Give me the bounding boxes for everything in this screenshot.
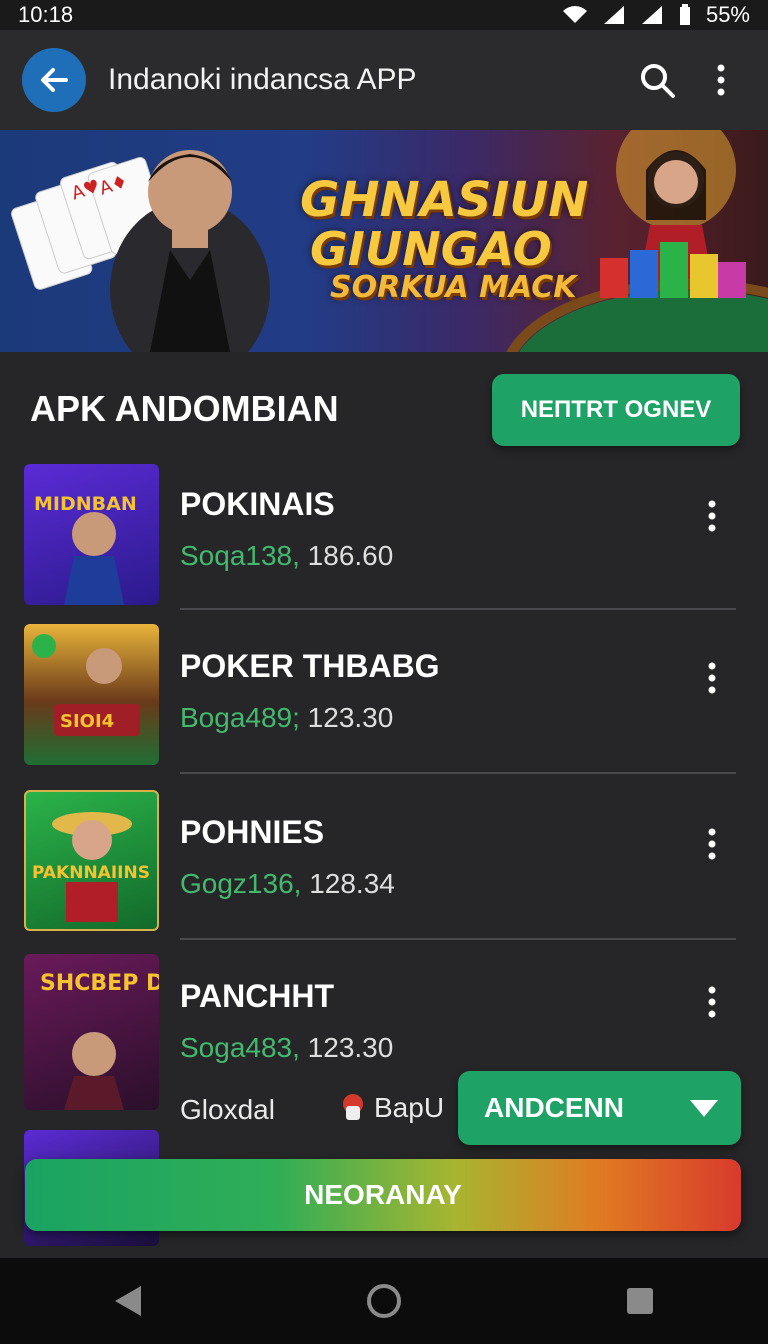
banner-headline-2: GIUNGAO [310, 222, 552, 276]
nav-recents-button[interactable] [610, 1271, 670, 1331]
status-icons: 55% [562, 2, 750, 28]
game-name: POKER THBABG [180, 648, 440, 684]
filter-dropdown[interactable]: ANDCENN [458, 1071, 741, 1145]
item-menu-button[interactable] [692, 824, 732, 864]
thumbnail-art: PAKNNAIINS [32, 812, 150, 922]
promo-banner[interactable]: A♥ A♦ GHNASIUN GIUNGAO SORKUA MACK [0, 130, 768, 352]
battery-percent: 55% [705, 2, 750, 27]
game-thumbnail: SHCBEP DANKEA [24, 954, 159, 1110]
game-value: 128.34 [309, 868, 395, 899]
item-menu-button[interactable] [692, 658, 732, 698]
game-meta: Gogz136, 128.34 [180, 868, 395, 900]
game-code: Soga483, [180, 1032, 300, 1063]
more-vertical-icon [708, 500, 716, 532]
thumbnail-art: SHCBEP DANKEA [40, 971, 159, 1110]
overflow-menu-button[interactable] [696, 55, 746, 105]
thumbnail-text: SHCBEP DANKEA [40, 971, 159, 996]
divider [180, 938, 736, 940]
item-menu-button[interactable] [692, 496, 732, 536]
thumbnail-text: SIOI4 [60, 711, 114, 732]
game-thumbnail: MIDNBAN [24, 464, 159, 605]
square-recents-icon [627, 1288, 653, 1314]
more-vertical-icon [708, 662, 716, 694]
game-value: 186.60 [307, 540, 394, 571]
game-thumbnail: PAKNNAIINS [24, 790, 159, 931]
search-icon [641, 64, 675, 98]
pin-icon [343, 1094, 363, 1120]
arrow-left-icon [41, 68, 68, 92]
game-meta: Boga489; 123.30 [180, 702, 393, 734]
section-title: APK ANDOMBIAN [30, 388, 339, 429]
more-vertical-icon [708, 986, 716, 1018]
wifi-icon [562, 6, 587, 23]
status-time: 10:18 [18, 2, 74, 27]
item-menu-button[interactable] [692, 982, 732, 1022]
more-vertical-icon [717, 64, 725, 96]
search-button[interactable] [632, 55, 682, 105]
list-item[interactable]: PAKNNAIINS POHNIES Gogz136, 128.34 [0, 790, 768, 940]
more-vertical-icon [708, 828, 716, 860]
triangle-back-icon [115, 1286, 141, 1316]
divider [180, 772, 736, 774]
app-bar: Indanokі indancsa APP [0, 30, 768, 130]
signal-icon-2 [641, 6, 662, 24]
game-value: 123.30 [307, 1032, 394, 1063]
region-label: Gloxdal [180, 1094, 275, 1125]
game-name: POKINAIS [180, 486, 335, 522]
game-thumbnail: SIOI4 [24, 624, 159, 765]
chevron-down-icon [690, 1100, 718, 1117]
section-action-button[interactable]: NEПTRT OGNEV [492, 374, 740, 446]
game-meta: Soga483, 123.30 [180, 1032, 393, 1064]
game-meta: Soqa138, 186.60 [180, 540, 393, 572]
system-nav-bar [0, 1258, 768, 1344]
list-item[interactable]: MIDNBAN POKINAIS Soqa138, 186.60 [0, 464, 768, 614]
thumbnail-art: MIDNBAN [34, 493, 137, 605]
signal-icon [603, 6, 624, 24]
list-item[interactable]: SIOI4 POKER THBABG Boga489; 123.30 [0, 624, 768, 774]
app-title: Indanokі indancsa APP [108, 63, 417, 96]
game-name: PANCHHT [180, 978, 335, 1014]
game-code: Boga489; [180, 702, 300, 733]
banner-headline-1: GHNASIUN [300, 172, 589, 228]
circle-home-icon [367, 1284, 401, 1318]
game-code: Gogz136, [180, 868, 302, 899]
thumbnail-art: SIOI4 [32, 634, 140, 736]
game-code: Soqa138, [180, 540, 300, 571]
primary-cta-button[interactable]: NEORANAY [25, 1159, 741, 1231]
nav-back-button[interactable] [98, 1271, 158, 1331]
thumbnail-text: PAKNNAIINS [32, 863, 150, 883]
location-label: BapU [340, 1092, 444, 1124]
game-name: POHNIES [180, 814, 325, 850]
banner-subheadline: SORKUA MACK [330, 270, 577, 305]
divider [180, 608, 736, 610]
back-button[interactable] [22, 48, 86, 112]
dropdown-value: ANDCENN [484, 1092, 624, 1123]
nav-home-button[interactable] [354, 1271, 414, 1331]
battery-icon [679, 4, 690, 25]
status-bar: 10:18 55% [0, 0, 768, 30]
location-text: BapU [374, 1092, 445, 1123]
thumbnail-text: MIDNBAN [34, 493, 137, 515]
game-value: 123.30 [307, 702, 394, 733]
